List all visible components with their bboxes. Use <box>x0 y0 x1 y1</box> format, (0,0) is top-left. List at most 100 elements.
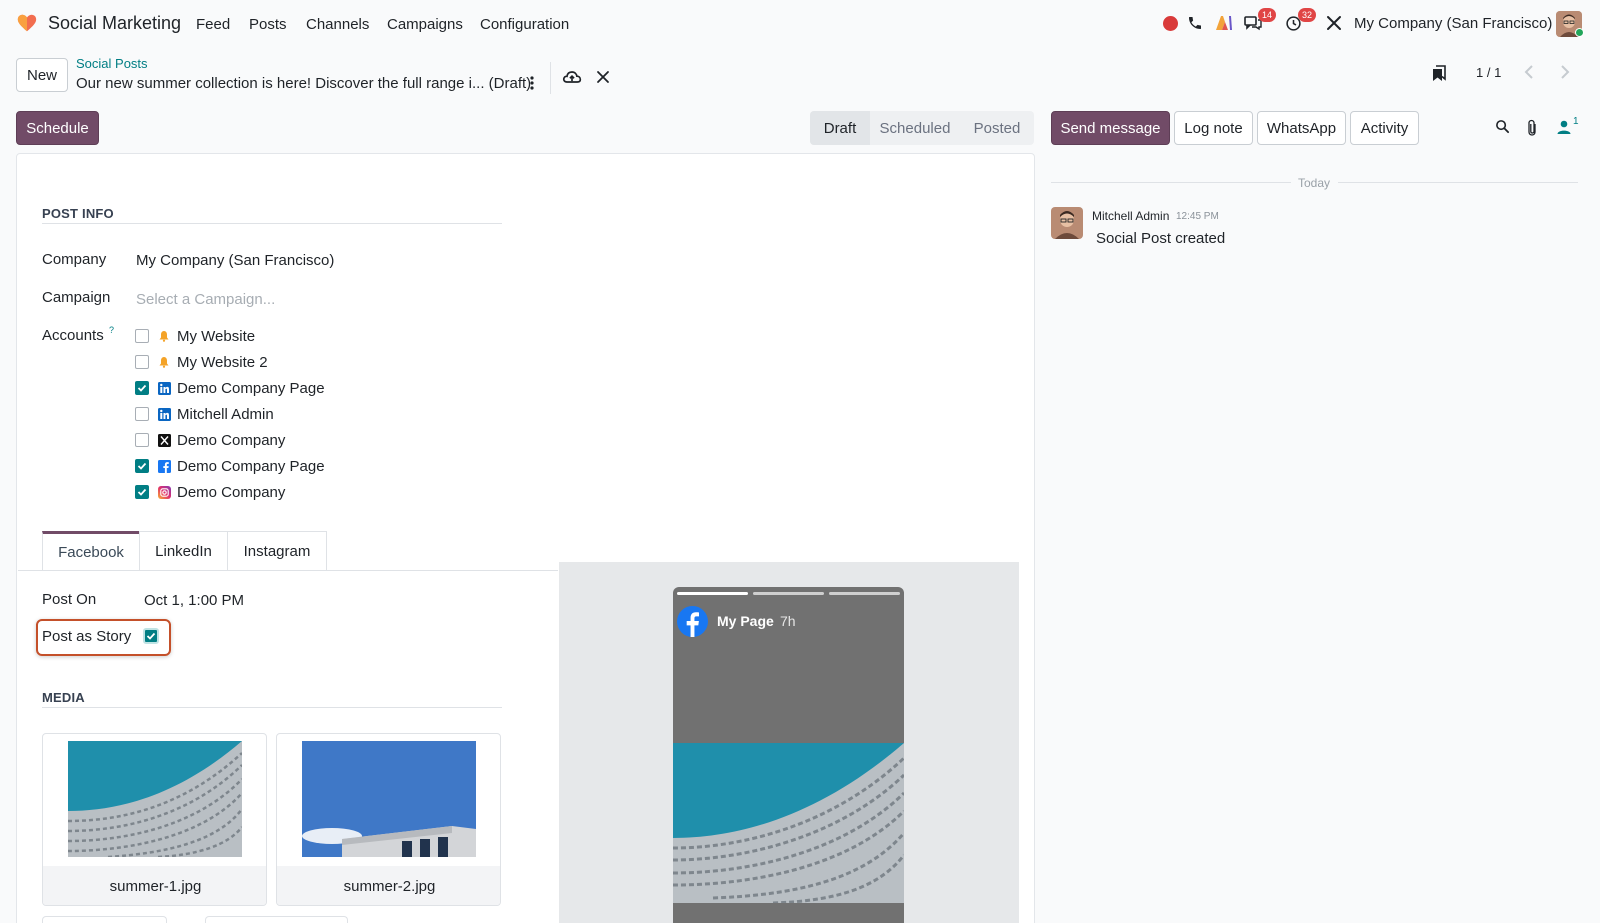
discard-close-icon[interactable] <box>596 70 610 84</box>
record-dot-icon[interactable] <box>1160 13 1180 33</box>
app-logo-icon[interactable] <box>16 12 38 34</box>
message-body: Social Post created <box>1096 230 1226 247</box>
message-author[interactable]: Mitchell Admin <box>1092 209 1169 223</box>
preview-page-name: My Page <box>717 613 774 629</box>
x-icon <box>157 433 171 447</box>
media-thumbnail <box>68 741 242 857</box>
media-filename: summer-2.jpg <box>277 866 500 905</box>
messages-count-badge: 14 <box>1258 8 1276 22</box>
facebook-page-avatar-icon <box>677 606 708 637</box>
media-card[interactable] <box>42 916 167 923</box>
status-bar: Draft Scheduled Posted <box>810 111 1034 145</box>
account-row[interactable]: Demo Company <box>135 430 285 450</box>
search-icon[interactable] <box>1495 119 1511 135</box>
new-button[interactable]: New <box>16 58 68 92</box>
accounts-label: Accounts <box>42 327 104 344</box>
stage-draft[interactable]: Draft <box>810 111 870 145</box>
online-status-dot <box>1575 28 1584 37</box>
account-row[interactable]: Demo Company Page <box>135 378 325 398</box>
menu-configuration[interactable]: Configuration <box>480 16 569 33</box>
message-time: 12:45 PM <box>1176 211 1219 222</box>
account-row[interactable]: Demo Company Page <box>135 456 325 476</box>
record-title: Our new summer collection is here! Disco… <box>76 75 532 92</box>
company-switcher[interactable]: My Company (San Francisco) <box>1354 15 1552 32</box>
post-as-story-checkbox[interactable] <box>143 628 159 644</box>
account-checkbox[interactable] <box>135 407 149 421</box>
post-on-label: Post On <box>42 591 97 608</box>
activities-count-badge: 32 <box>1298 8 1316 22</box>
bookmark-icon[interactable] <box>1431 64 1447 82</box>
tab-instagram[interactable]: Instagram <box>227 531 327 571</box>
account-checkbox[interactable] <box>135 355 149 369</box>
phone-icon[interactable] <box>1185 13 1205 33</box>
story-progress-bar <box>753 592 824 595</box>
breadcrumb-social-posts[interactable]: Social Posts <box>76 56 148 71</box>
whatsapp-button[interactable]: WhatsApp <box>1257 111 1346 145</box>
preview-post-age: 7h <box>780 613 796 629</box>
account-checkbox[interactable] <box>135 433 149 447</box>
account-checkbox[interactable] <box>135 329 149 343</box>
log-note-button[interactable]: Log note <box>1174 111 1253 145</box>
top-navbar: Social Marketing Feed Posts Channels Cam… <box>0 0 1600 47</box>
menu-campaigns[interactable]: Campaigns <box>387 16 463 33</box>
facebook-icon <box>157 459 171 473</box>
tab-divider <box>18 570 558 571</box>
tools-icon[interactable] <box>1324 13 1344 33</box>
followers-count: 1 <box>1573 116 1579 127</box>
section-divider <box>42 707 502 708</box>
preview-story-image <box>673 743 904 923</box>
schedule-button[interactable]: Schedule <box>16 111 99 145</box>
campaign-field[interactable]: Select a Campaign... <box>136 291 275 308</box>
account-row[interactable]: My Website <box>135 326 255 346</box>
menu-feed[interactable]: Feed <box>196 16 230 33</box>
save-cloud-icon[interactable] <box>562 68 582 86</box>
accounts-help-tooltip[interactable]: ? <box>109 325 114 335</box>
linkedin-icon <box>157 407 171 421</box>
story-progress-bar <box>829 592 900 595</box>
media-card[interactable]: summer-1.jpg <box>42 733 267 906</box>
stage-scheduled[interactable]: Scheduled <box>870 111 960 145</box>
stage-posted[interactable]: Posted <box>960 111 1034 145</box>
account-checkbox-checked[interactable] <box>135 485 149 499</box>
date-separator-line <box>1338 182 1578 183</box>
actions-kebab-icon[interactable] <box>526 74 538 94</box>
media-thumbnail <box>302 741 476 857</box>
account-row[interactable]: Demo Company <box>135 482 285 502</box>
media-card[interactable] <box>205 916 348 923</box>
pager-value[interactable]: 1 / 1 <box>1476 65 1501 80</box>
account-checkbox-checked[interactable] <box>135 381 149 395</box>
divider <box>550 62 551 94</box>
account-name: My Website 2 <box>177 353 268 371</box>
ai-assistant-icon[interactable] <box>1214 13 1234 33</box>
media-title: MEDIA <box>42 690 85 705</box>
media-card[interactable]: summer-2.jpg <box>276 733 501 906</box>
send-message-button[interactable]: Send message <box>1051 111 1170 145</box>
author-avatar[interactable] <box>1051 207 1083 239</box>
media-filename: summer-1.jpg <box>43 866 266 905</box>
tab-linkedin[interactable]: LinkedIn <box>139 531 228 571</box>
linkedin-icon <box>157 381 171 395</box>
date-separator-label: Today <box>1298 176 1331 190</box>
attachment-paperclip-icon[interactable] <box>1526 119 1540 137</box>
campaign-label: Campaign <box>42 289 111 306</box>
activity-button[interactable]: Activity <box>1350 111 1419 145</box>
account-name: Demo Company <box>177 483 286 501</box>
instagram-icon <box>157 485 171 499</box>
account-name: Mitchell Admin <box>177 405 274 423</box>
company-field[interactable]: My Company (San Francisco) <box>136 252 334 269</box>
account-row[interactable]: My Website 2 <box>135 352 268 372</box>
section-divider <box>42 223 502 224</box>
story-progress-bar <box>677 592 748 595</box>
menu-posts[interactable]: Posts <box>249 16 287 33</box>
account-checkbox-checked[interactable] <box>135 459 149 473</box>
pager-next-icon[interactable] <box>1558 64 1572 80</box>
bell-icon <box>157 329 171 343</box>
pager-previous-icon[interactable] <box>1522 64 1536 80</box>
app-title[interactable]: Social Marketing <box>48 13 181 34</box>
tab-facebook[interactable]: Facebook <box>42 531 140 571</box>
menu-channels[interactable]: Channels <box>306 16 369 33</box>
followers-icon[interactable] <box>1556 119 1572 135</box>
date-separator-line <box>1051 182 1291 183</box>
post-on-field[interactable]: Oct 1, 1:00 PM <box>144 592 244 609</box>
account-row[interactable]: Mitchell Admin <box>135 404 274 424</box>
